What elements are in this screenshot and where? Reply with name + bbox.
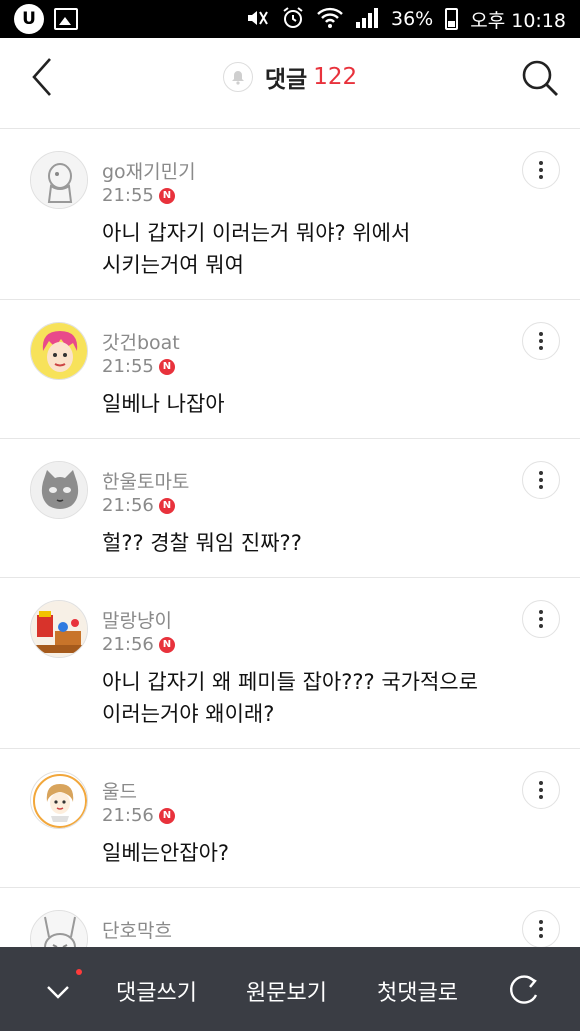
comment-text-line: 시키는거여 뭐여 [102,253,244,277]
back-button[interactable] [22,52,62,102]
new-badge: N [158,497,175,514]
bottom-toolbar: 댓글쓰기 원문보기 첫댓글로 [0,947,580,1031]
comment-text: 아니 갑자기 이러는거 뭐야? 위에서 시키는거여 뭐여 [102,217,542,281]
grey-figure-avatar-icon [31,152,87,208]
write-comment-button[interactable]: 댓글쓰기 [116,975,197,1007]
more-options-button[interactable] [522,771,560,809]
view-original-button[interactable]: 원문보기 [246,975,327,1007]
clock: 오후 10:18 [470,9,566,32]
pink-hair-avatar-icon [31,323,87,379]
comment-list: go재기민기 21:55 N 아니 갑자기 이러는거 뭐야? 위에서 시키는거여… [0,129,580,1008]
refresh-icon[interactable] [504,971,542,1009]
new-badge: N [158,807,175,824]
more-options-button[interactable] [522,322,560,360]
cat-avatar-icon [31,462,87,518]
comment-time: 21:56 [102,634,154,655]
alarm-icon [281,6,305,33]
comment-meta: 21:56 N [102,805,175,826]
battery-icon [445,8,459,30]
search-button[interactable] [518,56,562,100]
comment-item: 울드 21:56 N 일베는안잡아? [0,749,580,888]
comment-text: 일베나 나잡아 [102,388,542,420]
chevron-down-icon[interactable] [40,973,76,1007]
comment-nickname[interactable]: 한울토마토 [102,467,189,494]
new-badge: N [158,636,175,653]
comment-item: 말랑냥이 21:56 N 아니 갑자기 왜 페미들 잡아??? 국가적으로 이러… [0,578,580,749]
comment-text-line: 아니 갑자기 왜 페미들 잡아??? 국가적으로 [102,670,478,694]
comment-item: 한울토마토 21:56 N 헐?? 경찰 뭐임 진짜?? [0,439,580,578]
comment-nickname[interactable]: 울드 [102,777,137,804]
new-badge: N [158,358,175,375]
signal-icon [355,7,379,32]
comment-text-line: 일베는안잡아? [102,841,230,865]
toys-avatar-icon [31,601,87,657]
more-options-button[interactable] [522,910,560,948]
avatar[interactable] [30,151,88,209]
comment-time: 21:56 [102,495,154,516]
more-options-button[interactable] [522,151,560,189]
chevron-left-icon [32,58,51,96]
comment-text-line: 일베나 나잡아 [102,392,225,416]
comment-nickname[interactable]: 말랑냥이 [102,606,172,633]
header-title-group: 댓글 122 [222,60,358,94]
wifi-icon [317,7,343,32]
comment-nickname[interactable]: 단호막흐 [102,916,172,943]
avatar[interactable] [30,322,88,380]
mute-icon [245,7,269,32]
app-header: 댓글 122 [0,38,580,116]
comment-item: go재기민기 21:55 N 아니 갑자기 이러는거 뭐야? 위에서 시키는거여… [0,129,580,300]
gallery-icon [54,8,78,30]
comment-meta: 21:55 N [102,356,175,377]
status-bar: U 36% 오후 10:18 [0,0,580,38]
avatar[interactable] [30,771,88,829]
new-badge: N [158,187,175,204]
comment-time: 21:55 [102,356,154,377]
comment-text-line: 헐?? 경찰 뭐임 진짜?? [102,531,302,555]
comment-time: 21:56 [102,805,154,826]
bell-icon[interactable] [222,62,253,92]
comment-meta: 21:56 N [102,495,175,516]
avatar[interactable] [30,461,88,519]
comment-text: 일베는안잡아? [102,837,542,869]
page-title: 댓글 [264,67,308,93]
drawn-girl-avatar-icon [31,772,87,828]
comment-nickname[interactable]: 갓건boat [102,328,180,355]
avatar[interactable] [30,600,88,658]
comment-count: 122 [313,64,358,90]
comment-meta: 21:56 N [102,634,175,655]
comment-time: 21:55 [102,185,154,206]
comment-text-line: 아니 갑자기 이러는거 뭐야? 위에서 [102,221,411,245]
more-options-button[interactable] [522,461,560,499]
comment-nickname[interactable]: go재기민기 [102,157,196,184]
comment-text: 헐?? 경찰 뭐임 진짜?? [102,527,542,559]
comment-meta: 21:55 N [102,185,175,206]
u-plus-icon: U [14,4,44,34]
battery-percent: 36% [391,8,434,30]
go-first-comment-button[interactable]: 첫댓글로 [377,975,458,1007]
more-options-button[interactable] [522,600,560,638]
notification-dot [76,969,82,975]
comment-text: 아니 갑자기 왜 페미들 잡아??? 국가적으로 이러는거야 왜이래? [102,666,542,730]
comment-text-line: 이러는거야 왜이래? [102,702,275,726]
search-icon [522,60,558,96]
comment-item: 갓건boat 21:55 N 일베나 나잡아 [0,300,580,439]
